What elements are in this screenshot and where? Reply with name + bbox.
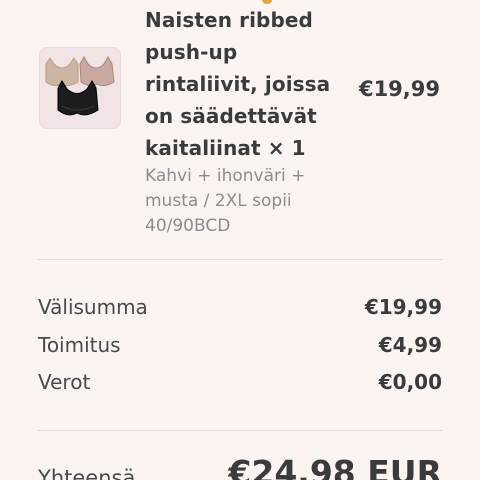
shipping-row: Toimitus €4,99 — [38, 333, 442, 363]
total-label: Yhteensä — [38, 466, 136, 480]
tax-label: Verot — [38, 370, 91, 394]
subtotal-row: Välisumma €19,99 — [38, 295, 442, 325]
shipping-value: €4,99 — [378, 333, 442, 357]
product-title[interactable]: Naisten ribbed push-up rintaliivit, jois… — [145, 4, 345, 164]
divider — [38, 259, 442, 260]
order-summary-page: Naisten ribbed push-up rintaliivit, jois… — [0, 0, 480, 480]
tax-value: €0,00 — [378, 370, 442, 394]
divider — [38, 430, 442, 431]
shipping-label: Toimitus — [38, 333, 121, 357]
subtotal-label: Välisumma — [38, 295, 148, 319]
total-row: Yhteensä €24,98 EUR — [38, 453, 442, 480]
subtotal-value: €19,99 — [364, 295, 442, 319]
bra-product-thumbnail-icon — [45, 55, 115, 116]
order-line-item: Naisten ribbed push-up rintaliivit, jois… — [0, 0, 480, 260]
product-price: €19,99 — [358, 77, 440, 101]
product-variant: Kahvi + ihonväri + musta / 2XL sopii 40/… — [145, 166, 306, 236]
tax-row: Verot €0,00 — [38, 370, 442, 400]
total-value: €24,98 EUR — [228, 453, 442, 480]
product-image — [39, 47, 121, 129]
